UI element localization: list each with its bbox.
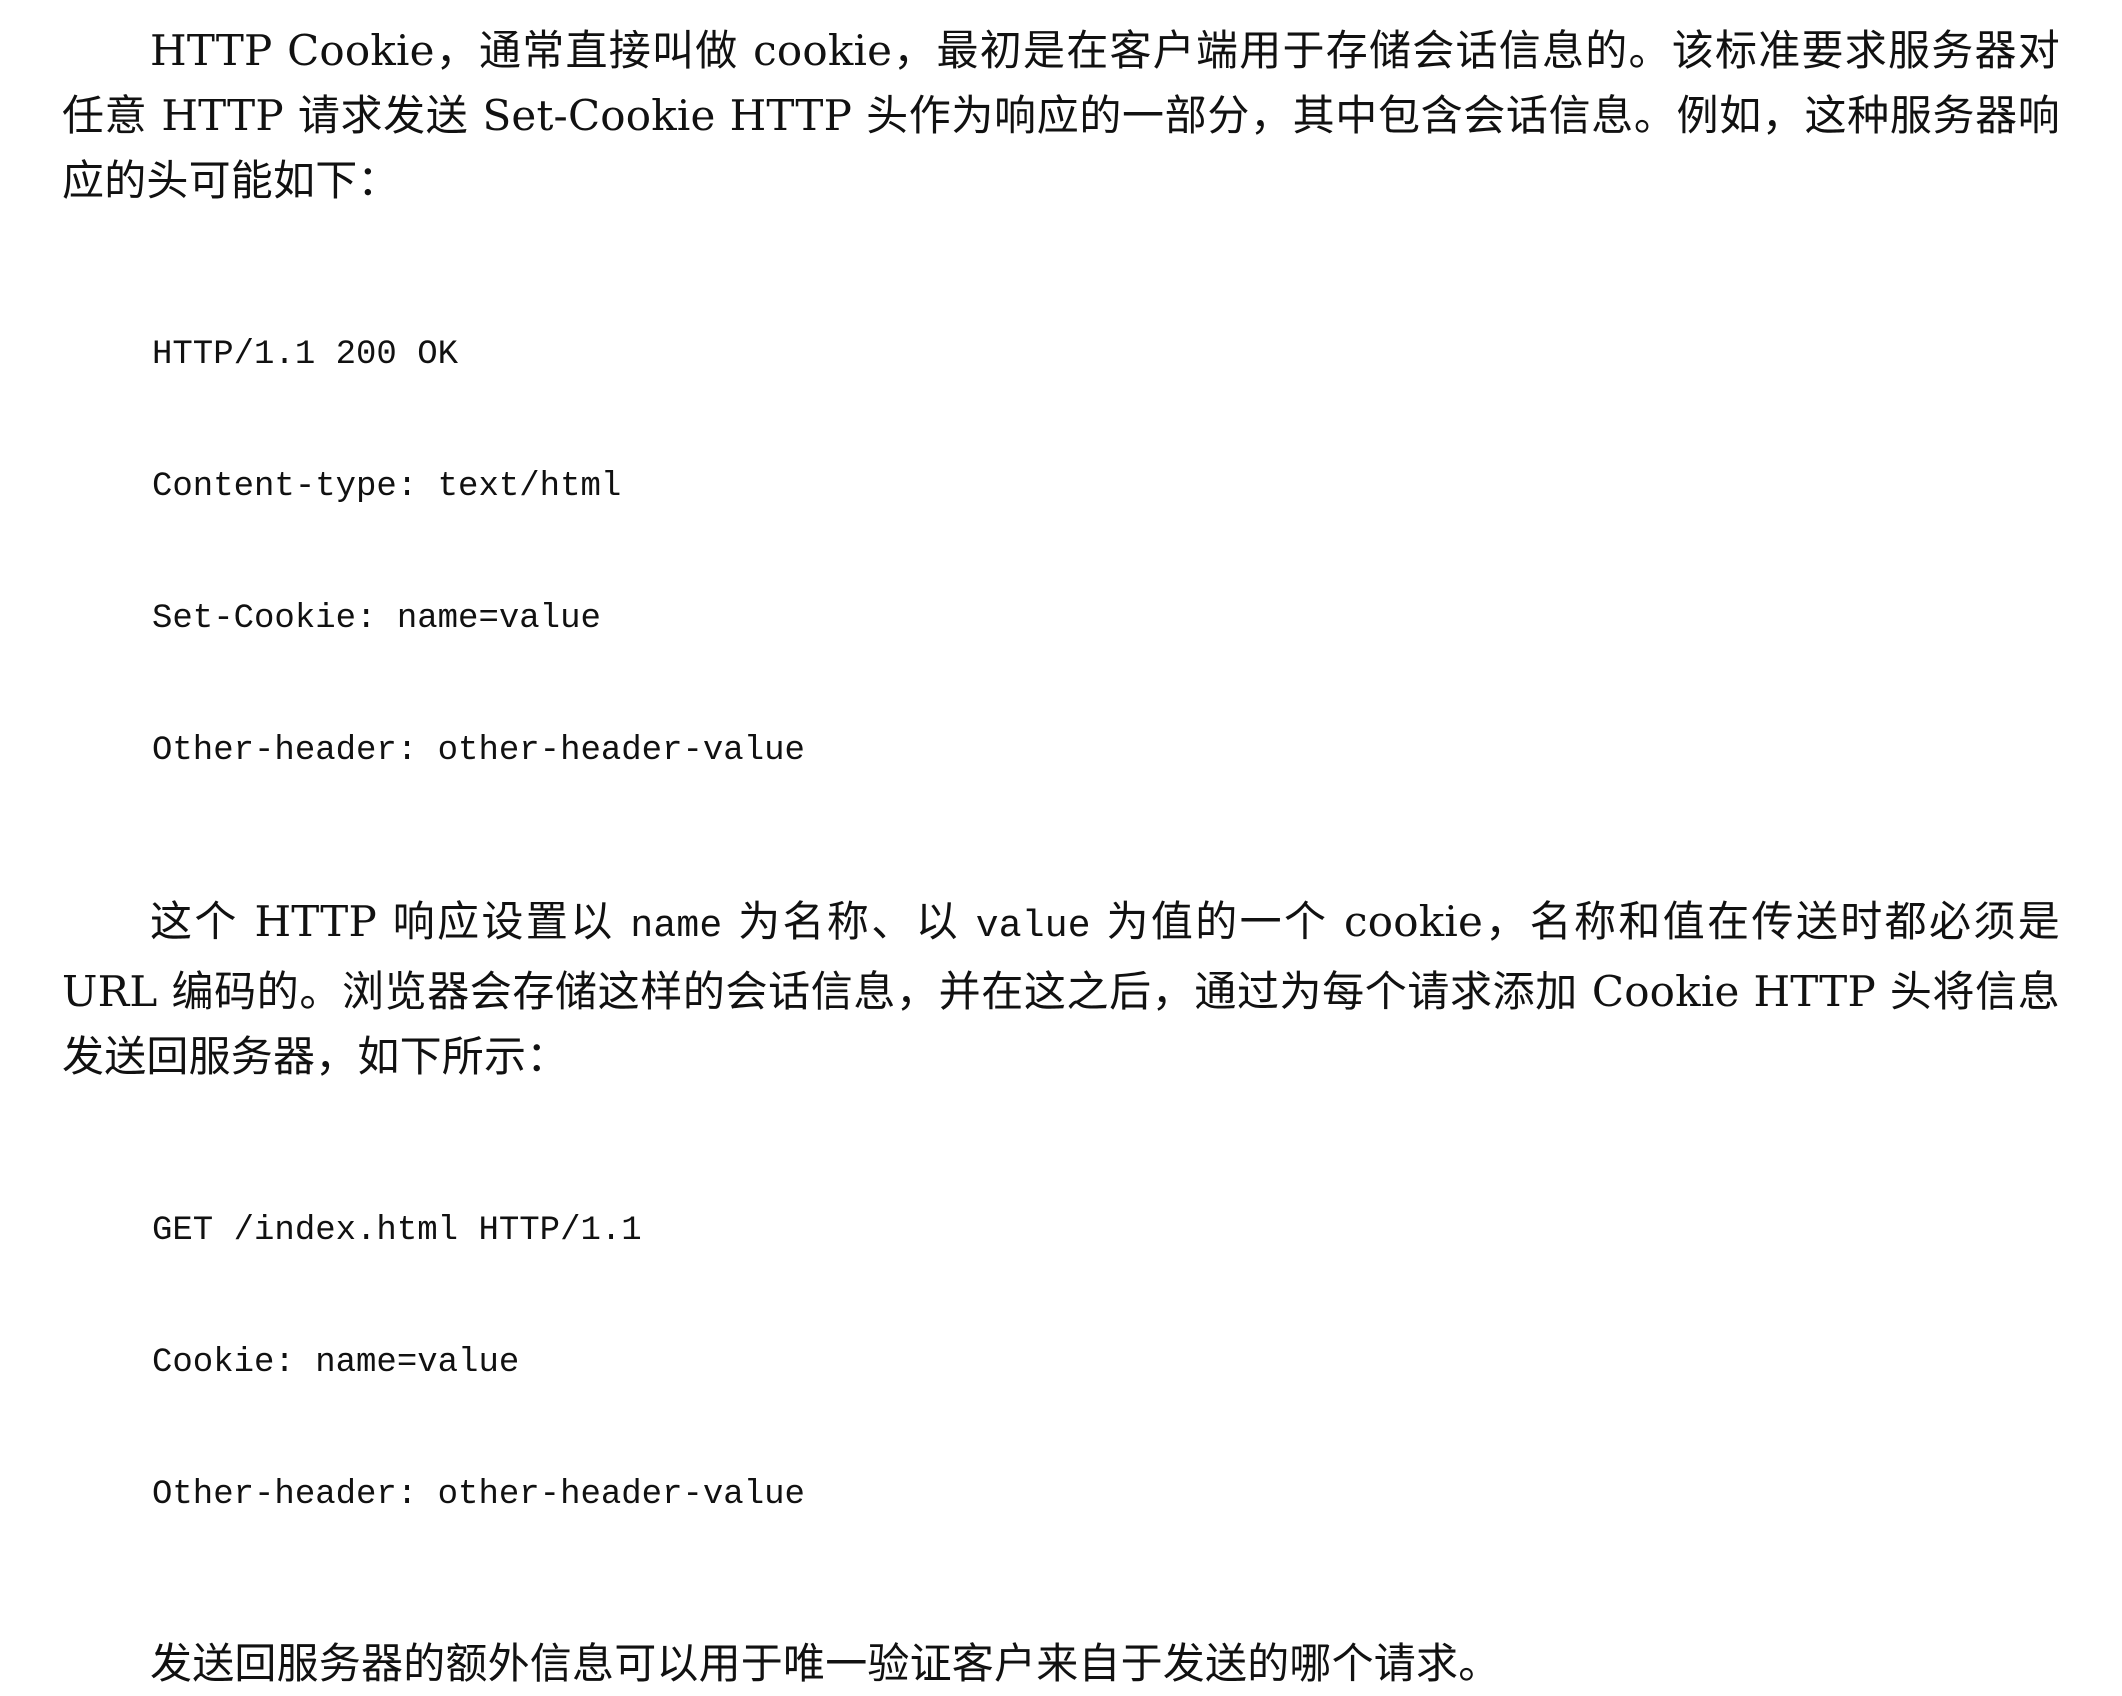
code-block-request-headers: GET /index.html HTTP/1.1 Cookie: name=va… — [62, 1121, 2060, 1605]
code-line: Other-header: other-header-value — [152, 732, 805, 770]
document-page: HTTP Cookie，通常直接叫做 cookie，最初是在客户端用于存储会话信… — [0, 0, 2122, 1688]
code-line: Cookie: name=value — [152, 1344, 520, 1382]
inline-code-name: name — [630, 905, 723, 948]
code-line: Content-type: text/html — [152, 468, 622, 506]
paragraph-cookie-explanation: 这个 HTTP 响应设置以 name 为名称、以 value 为值的一个 coo… — [62, 889, 2060, 1089]
code-line: HTTP/1.1 200 OK — [152, 336, 459, 374]
paragraph-text: 这个 HTTP 响应设置以 — [150, 897, 631, 946]
paragraph-text: 为名称、以 — [722, 897, 976, 946]
paragraph-intro: HTTP Cookie，通常直接叫做 cookie，最初是在客户端用于存储会话信… — [62, 26, 2060, 205]
code-line: GET /index.html HTTP/1.1 — [152, 1212, 642, 1250]
code-line: Set-Cookie: name=value — [152, 600, 601, 638]
inline-code-value: value — [975, 905, 1091, 948]
code-block-response-headers: HTTP/1.1 200 OK Content-type: text/html … — [62, 245, 2060, 861]
code-line: Other-header: other-header-value — [152, 1476, 805, 1514]
paragraph-conclusion: 发送回服务器的额外信息可以用于唯一验证客户来自于发送的哪个请求。 — [150, 1639, 1501, 1688]
